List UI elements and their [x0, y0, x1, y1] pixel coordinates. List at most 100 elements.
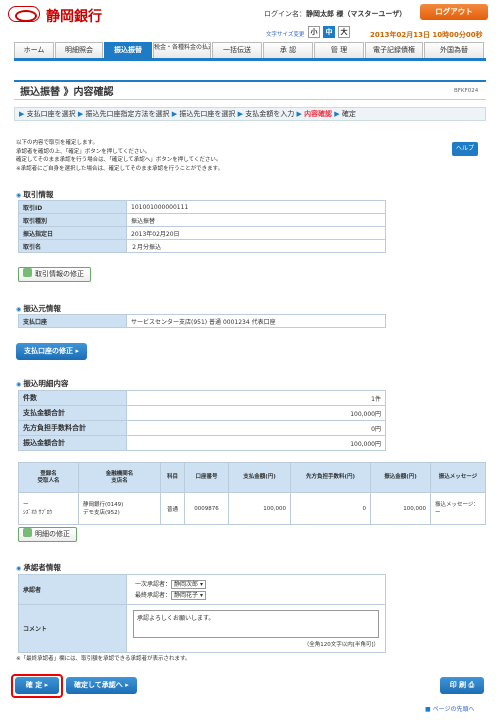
table-label: 件数 [18, 390, 127, 406]
font-size-medium-button[interactable]: 中 [323, 26, 335, 38]
comment-textarea[interactable]: 承認よろしくお願いします。 [133, 609, 379, 638]
col-header: 振込金額(円) [370, 462, 431, 493]
approver-cell: 一次承認者： 静岡次郎 ▾ 最終承認者： 静岡花子 ▾ [126, 574, 386, 605]
detail-table: 登録名 受取人名 金融機関名 支店名 科目 口座番号 支払金額(円) 先方負担手… [18, 462, 486, 525]
font-size-large-button[interactable]: 大 [338, 26, 350, 38]
col-header-text: 金融機関名 支店名 [105, 471, 134, 484]
nav-management[interactable]: 管 理 [314, 42, 364, 58]
first-approver-select[interactable]: 静岡次郎 ▾ [171, 579, 206, 589]
arrow-right-icon: ▸ [125, 681, 129, 689]
screen-id: BFKF024 [454, 88, 479, 94]
final-approver-value: 静岡花子 [174, 591, 199, 599]
step-arrow-icon: ▶ [171, 110, 178, 118]
table-row: 先方負担手数料合計 0円 [18, 420, 386, 436]
table-label: 支払口座 [18, 314, 127, 328]
nav-statements[interactable]: 明細照会 [55, 42, 103, 58]
table-value: 0円 [126, 420, 386, 436]
chevron-down-icon: ▾ [199, 580, 203, 588]
table-value: 2013年02月20日 [126, 226, 386, 240]
table-label: 支払金額合計 [18, 405, 127, 421]
fee-cell: 0 [290, 492, 371, 525]
intro-line: ※承認者にご自身を選択した場合は、確定してそのまま承認を行うことができます。 [16, 165, 224, 172]
col-header: 登録名 受取人名 [18, 462, 79, 493]
step-item: 確定 [341, 110, 356, 118]
arrow-right-icon: ▸ [75, 347, 79, 355]
table-row: 取引種別 振込振替 [18, 213, 386, 227]
first-approver-value: 静岡次郎 [174, 580, 199, 588]
table-row: 支払金額合計 100,000円 [18, 405, 386, 421]
table-header-row: 登録名 受取人名 金融機関名 支店名 科目 口座番号 支払金額(円) 先方負担手… [18, 462, 486, 493]
table-label: コメント [18, 604, 127, 653]
nav-tax-payment[interactable]: 税金・各種料金の払込み [153, 42, 211, 58]
table-label: 取引ID [18, 200, 127, 214]
edit-detail-button[interactable]: 明細の修正 [18, 527, 77, 542]
intro-line: 確定してそのまま承認を行う場合は、「確定して承認へ」ボタンを押してください。 [16, 157, 222, 163]
intro-line: 以下の内容で取引を確定します。 [16, 140, 98, 146]
col-header: 金融機関名 支店名 [78, 462, 161, 493]
table-value: ２月分振込 [126, 239, 386, 253]
message-label: 振込メッセージ： [435, 501, 479, 508]
table-value: 101001000000111 [126, 200, 386, 214]
step-arrow-icon: ▶ [77, 110, 84, 118]
step-item: 支払口座を選択 [26, 110, 76, 118]
table-label: 振込金額合計 [18, 435, 127, 451]
final-approver-select[interactable]: 静岡花子 ▾ [171, 590, 206, 600]
approver-section-title: 承認者情報 [16, 562, 61, 573]
table-row: 件数 1件 [18, 390, 386, 406]
edit-detail-label: 明細の修正 [35, 530, 70, 538]
table-value: 振込振替 [126, 213, 386, 227]
step-indicator: ▶ 支払口座を選択 ▶ 振込先口座指定方法を選択 ▶ 振込先口座を選択 ▶ 支払… [14, 107, 486, 121]
table-row: 支払口座 サービスセンター支店(951) 普通 0001234 代表口座 [18, 314, 386, 328]
nav-approval[interactable]: 承 認 [263, 42, 313, 58]
table-row: 承認者 一次承認者： 静岡次郎 ▾ 最終承認者： 静岡花子 ▾ [18, 574, 386, 605]
table-row: 取引名 ２月分振込 [18, 239, 386, 253]
col-header: 科目 [160, 462, 185, 493]
final-approver-label: 最終承認者： [135, 591, 172, 599]
nav-foreign-exchange[interactable]: 外国為替 [424, 42, 484, 58]
detail-section-title: 振込明細内容 [16, 378, 68, 389]
font-size-small-button[interactable]: 小 [308, 26, 320, 38]
step-item: 支払金額を入力 [245, 110, 295, 118]
nav-home[interactable]: ホーム [14, 42, 54, 58]
bank-logo-icon [8, 6, 40, 22]
page-top-link[interactable]: ページの先頭へ [425, 704, 475, 713]
transaction-table: 取引ID 101001000000111 取引種別 振込振替 振込指定日 2013年0… [18, 200, 386, 253]
table-label: 振込指定日 [18, 226, 127, 240]
nav-e-receivables[interactable]: 電子記録債権 [365, 42, 423, 58]
confirm-button[interactable]: 確 定 ▸ [15, 677, 59, 694]
nav-bulk-transfer[interactable]: 一括伝送 [212, 42, 262, 58]
account-type-cell: 普通 [160, 492, 185, 525]
account-number-cell: 0009876 [184, 492, 229, 525]
login-prefix: ログイン名： [264, 10, 306, 18]
first-approver-label: 一次承認者： [135, 580, 172, 588]
print-button[interactable]: 印 刷 ⎙ [440, 677, 484, 694]
table-row: 取引ID 101001000000111 [18, 200, 386, 214]
printer-icon: ⎙ [468, 681, 475, 689]
table-label: 承認者 [18, 574, 127, 605]
approver-note: ※「最終承認者」欄には、取引額を承認できる承認者が表示されます。 [16, 656, 191, 662]
step-item: 振込先口座指定方法を選択 [85, 110, 170, 118]
logout-button[interactable]: ログアウト [420, 4, 488, 20]
confirm-approve-label: 確定して承認へ [74, 681, 123, 689]
table-row: ーｼｽﾞｵｶ ｻﾌﾞﾛｳ 静岡銀行(0149) デモ支店(952) 普通 0009… [18, 492, 486, 525]
edit-source-account-button[interactable]: 支払口座の修正 ▸ [16, 343, 87, 360]
chevron-down-icon: ▾ [199, 591, 203, 599]
nav-transfer[interactable]: 振込振替 [104, 42, 152, 58]
col-header-text: 登録名 受取人名 [37, 471, 60, 484]
confirm-and-approve-button[interactable]: 確定して承認へ ▸ [66, 677, 137, 694]
step-arrow-icon: ▶ [296, 110, 302, 118]
table-value: サービスセンター支店(951) 普通 0001234 代表口座 [126, 314, 386, 328]
edit-transaction-button[interactable]: 取引情報の修正 [18, 267, 91, 282]
bank-cell: 静岡銀行(0149) デモ支店(952) [78, 492, 161, 525]
transaction-section-title: 取引情報 [16, 189, 53, 200]
page-title: 振込振替 》内容確認 [20, 87, 114, 98]
col-header: 支払金額(円) [228, 462, 291, 493]
table-label: 取引名 [18, 239, 127, 253]
step-arrow-icon: ▶ [19, 110, 25, 118]
bank-name: 静岡銀行 [46, 9, 102, 25]
help-button[interactable]: ヘルプ [452, 142, 478, 156]
final-approver-row: 最終承認者： 静岡花子 ▾ [135, 590, 381, 601]
step-item: 振込先口座を選択 [179, 110, 236, 118]
source-table: 支払口座 サービスセンター支店(951) 普通 0001234 代表口座 [18, 314, 386, 328]
table-row: コメント 承認よろしくお願いします。 （全角120文字以内[半角可]） [18, 604, 386, 653]
